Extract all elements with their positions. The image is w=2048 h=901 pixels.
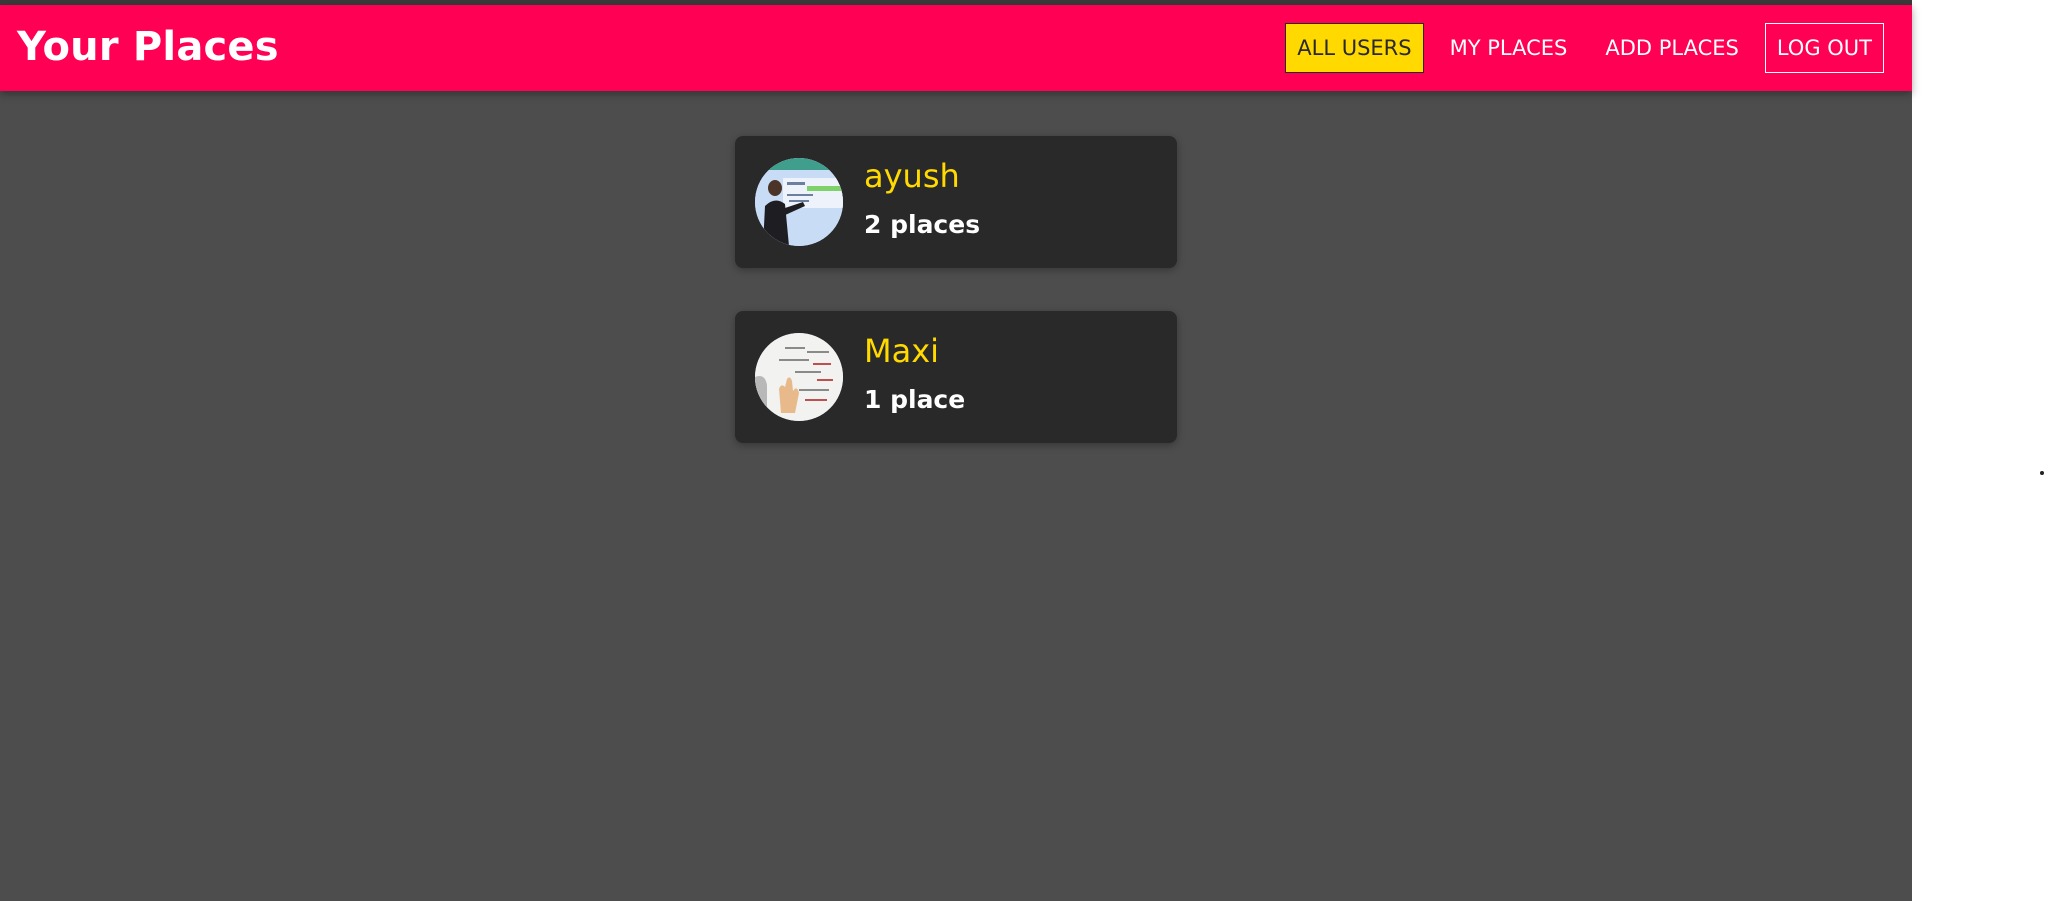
user-name: ayush <box>864 157 960 195</box>
nav-all-users[interactable]: ALL USERS <box>1285 23 1424 73</box>
main-header: Your Places ALL USERS MY PLACES ADD PLAC… <box>0 5 1912 91</box>
user-place-count: 2 places <box>864 210 981 239</box>
main-navigation: ALL USERS MY PLACES ADD PLACES LOG OUT <box>1285 23 1884 73</box>
stray-dot <box>2040 471 2044 475</box>
site-title-link[interactable]: Your Places <box>17 23 279 71</box>
app-root: Your Places ALL USERS MY PLACES ADD PLAC… <box>0 0 1912 901</box>
user-item[interactable]: ayush 2 places <box>735 136 1177 268</box>
nav-add-places[interactable]: ADD PLACES <box>1593 23 1751 73</box>
avatar <box>755 333 843 421</box>
avatar <box>755 158 843 246</box>
nav-my-places[interactable]: MY PLACES <box>1438 23 1580 73</box>
user-place-count: 1 place <box>864 385 966 414</box>
users-list: ayush 2 places Maxi 1 place <box>735 136 1177 486</box>
user-name: Maxi <box>864 332 940 370</box>
user-item[interactable]: Maxi 1 place <box>735 311 1177 443</box>
logout-button[interactable]: LOG OUT <box>1764 23 1884 73</box>
